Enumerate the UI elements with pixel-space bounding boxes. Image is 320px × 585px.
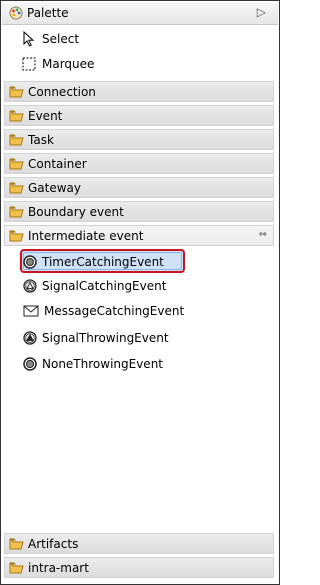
drawer-label: Container bbox=[28, 156, 87, 171]
entry-label: TimerCatchingEvent bbox=[42, 254, 164, 269]
folder-icon bbox=[9, 110, 24, 122]
folder-icon bbox=[9, 86, 24, 98]
entry-none-throwing-event[interactable]: NoneThrowingEvent bbox=[21, 353, 163, 374]
signal-catching-event-icon bbox=[23, 278, 37, 293]
entry-label: MessageCatchingEvent bbox=[44, 303, 185, 318]
entry-message-catching-event[interactable]: MessageCatchingEvent bbox=[21, 300, 184, 321]
drawer-label: Intermediate event bbox=[28, 228, 144, 243]
entry-label: SignalCatchingEvent bbox=[42, 278, 167, 293]
drawer-event[interactable]: Event bbox=[4, 105, 274, 126]
palette-title: Palette bbox=[27, 6, 69, 20]
palette-header[interactable]: Palette ▷ bbox=[2, 2, 278, 25]
drawer-connection[interactable]: Connection bbox=[4, 81, 274, 102]
palette-icon bbox=[9, 6, 23, 20]
none-throwing-event-icon bbox=[23, 356, 37, 371]
entry-signal-catching-event[interactable]: SignalCatchingEvent bbox=[21, 275, 166, 296]
entry-label: NoneThrowingEvent bbox=[42, 356, 164, 371]
signal-throwing-event-icon bbox=[23, 330, 37, 345]
select-tool-label: Select bbox=[42, 32, 80, 46]
marquee-tool-label: Marquee bbox=[42, 57, 95, 71]
drawer-label: Connection bbox=[28, 84, 96, 99]
folder-icon bbox=[9, 134, 24, 146]
drawer-label: Artifacts bbox=[28, 536, 79, 551]
drawer-container[interactable]: Container bbox=[4, 153, 274, 174]
folder-icon bbox=[9, 538, 24, 550]
entry-signal-throwing-event[interactable]: SignalThrowingEvent bbox=[21, 327, 169, 348]
folder-icon bbox=[9, 206, 24, 218]
timer-catching-event-icon bbox=[23, 254, 37, 269]
drawer-intermediate-event[interactable]: Intermediate event ⇔ bbox=[4, 225, 274, 246]
drawer-artifacts[interactable]: Artifacts bbox=[4, 533, 274, 554]
drawer-intra-mart[interactable]: intra-mart bbox=[4, 557, 274, 578]
entry-timer-catching-event[interactable]: TimerCatchingEvent bbox=[21, 251, 164, 272]
drawer-label: intra-mart bbox=[28, 560, 89, 575]
open-folder-icon bbox=[9, 230, 24, 242]
marquee-tool[interactable]: Marquee bbox=[21, 54, 94, 74]
drawer-label: Gateway bbox=[28, 180, 82, 195]
palette-panel: Palette ▷ Select Marquee Connection Even… bbox=[0, 0, 280, 585]
collapse-arrow-icon[interactable]: ▷ bbox=[257, 5, 266, 19]
entry-label: SignalThrowingEvent bbox=[42, 330, 169, 345]
select-cursor-icon bbox=[21, 31, 37, 47]
drawer-label: Event bbox=[28, 108, 63, 123]
folder-icon bbox=[9, 562, 24, 574]
pin-icon[interactable]: ⇔ bbox=[259, 229, 267, 240]
drawer-label: Task bbox=[28, 132, 54, 147]
folder-icon bbox=[9, 158, 24, 170]
drawer-boundary-event[interactable]: Boundary event bbox=[4, 201, 274, 222]
drawer-label: Boundary event bbox=[28, 204, 124, 219]
select-tool[interactable]: Select bbox=[21, 29, 79, 49]
drawer-gateway[interactable]: Gateway bbox=[4, 177, 274, 198]
message-catching-event-icon bbox=[23, 304, 39, 318]
folder-icon bbox=[9, 182, 24, 194]
drawer-task[interactable]: Task bbox=[4, 129, 274, 150]
marquee-icon bbox=[21, 56, 37, 72]
